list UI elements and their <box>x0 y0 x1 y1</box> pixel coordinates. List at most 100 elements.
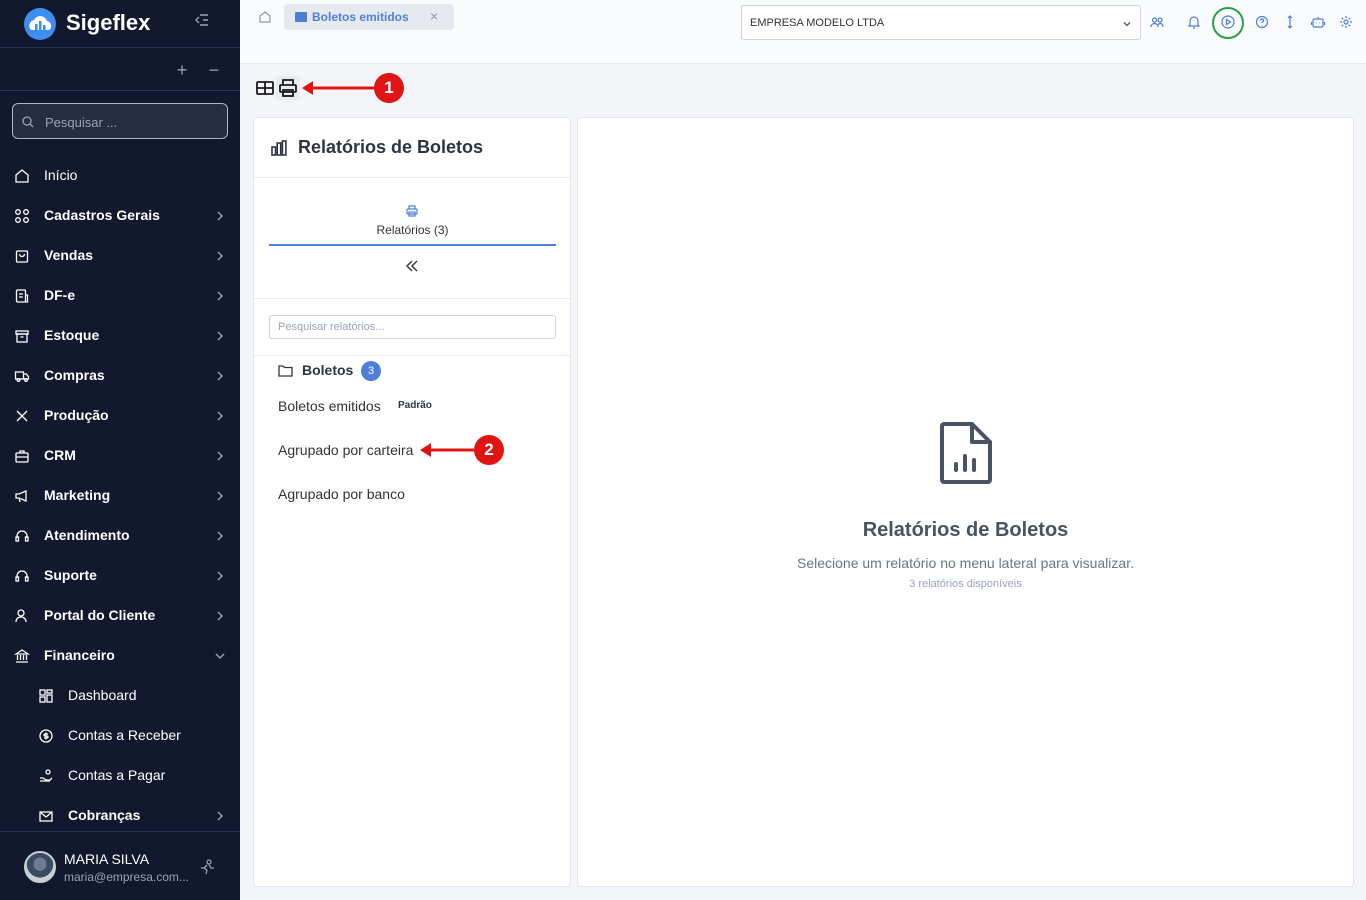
sidebar-item-marketing[interactable]: Marketing <box>0 476 240 516</box>
sidebar-search-input[interactable] <box>45 112 215 132</box>
sidebar-subitem-dashboard[interactable]: Dashboard <box>0 676 240 716</box>
close-icon[interactable]: × <box>430 8 438 24</box>
chevron-down-icon <box>1123 22 1131 27</box>
chevron-right-icon <box>217 611 223 621</box>
sidebar-subitem-contas-a-pagar[interactable]: Contas a Pagar <box>0 756 240 796</box>
company-select[interactable]: EMPRESA MODELO LTDA <box>741 5 1141 40</box>
sidebar-search[interactable] <box>12 103 228 139</box>
empty-state-title: Relatórios de Boletos <box>862 519 1069 541</box>
bank-icon <box>14 649 30 663</box>
sidebar-item-label: Portal do Cliente <box>44 607 156 623</box>
chevrons-left-icon[interactable] <box>404 258 420 274</box>
app-logo-text: Sigeflex <box>66 10 151 35</box>
reports-panel: Relatórios de Boletos Relatórios (3) Bol… <box>253 117 571 887</box>
tab-relatorios[interactable]: Relatórios (3) <box>269 202 556 246</box>
printer-icon <box>406 205 418 217</box>
annotation-arrow-1 <box>302 81 376 95</box>
report-view-button[interactable] <box>276 76 300 100</box>
table-icon <box>256 81 274 95</box>
grid-icon <box>15 209 29 223</box>
sidebar-item-compras[interactable]: Compras <box>0 356 240 396</box>
topbar: Boletos emitidos × EMPRESA MODELO LTDA <box>240 0 1366 64</box>
home-icon <box>15 169 29 183</box>
sidebar-item-label: Suporte <box>44 567 97 583</box>
sidebar-item-label: Contas a Pagar <box>68 767 166 783</box>
chevron-right-icon <box>217 451 223 461</box>
sidebar-item-label: Cobranças <box>68 807 141 823</box>
chevron-right-icon <box>217 531 223 541</box>
users-icon[interactable] <box>1149 14 1165 30</box>
tools-icon <box>16 410 28 422</box>
bar-chart-icon <box>271 140 287 156</box>
document-icon <box>15 289 29 303</box>
coin-icon <box>39 729 53 743</box>
sidebar-item-label: Estoque <box>44 327 100 343</box>
tab-boletos-emitidos[interactable]: Boletos emitidos × <box>284 4 454 30</box>
help-icon[interactable] <box>1254 14 1270 30</box>
table-icon <box>295 12 307 22</box>
sidebar-subitem-contas-a-receber[interactable]: Contas a Receber <box>0 716 240 756</box>
sidebar-item-suporte[interactable]: Suporte <box>0 556 240 596</box>
sidebar-item-producao[interactable]: Produção <box>0 396 240 436</box>
report-item-agrupado-por-banco[interactable]: Agrupado por banco <box>278 483 538 507</box>
user-icon <box>15 609 27 623</box>
report-group-name: Boletos <box>302 362 354 378</box>
chevron-right-icon <box>217 291 223 301</box>
user-switch-icon[interactable] <box>198 858 216 876</box>
expand-all-button[interactable]: + <box>170 58 194 82</box>
report-group-boletos[interactable]: Boletos 3 <box>278 361 538 381</box>
empty-state-subtitle: Selecione um relatório no menu lateral p… <box>797 555 1134 571</box>
report-file-icon <box>940 422 992 484</box>
chevron-right-icon <box>217 811 223 821</box>
chevron-right-icon <box>217 411 223 421</box>
sidebar-item-crm[interactable]: CRM <box>0 436 240 476</box>
sidebar-item-inicio[interactable]: Início <box>0 156 240 196</box>
chevron-right-icon <box>217 251 223 261</box>
annotation-callout-2: 2 <box>474 435 504 465</box>
sidebar-item-financeiro[interactable]: Financeiro <box>0 636 240 676</box>
dashboard-icon <box>39 689 53 703</box>
default-badge: Padrão <box>398 400 432 411</box>
truck-icon <box>14 371 30 382</box>
sidebar-subitem-cobrancas[interactable]: Cobranças <box>0 796 240 836</box>
sidebar-collapse-icon[interactable] <box>192 12 212 32</box>
sidebar-item-vendas[interactable]: Vendas <box>0 236 240 276</box>
sidebar-item-label: Financeiro <box>44 647 115 663</box>
avatar <box>24 851 56 883</box>
logo-icon <box>24 8 56 40</box>
vertical-arrows-icon[interactable] <box>1282 14 1298 30</box>
collapse-all-button[interactable]: − <box>202 58 226 82</box>
sidebar-item-label: Vendas <box>44 247 94 263</box>
chevron-right-icon <box>217 491 223 501</box>
reports-search-input[interactable] <box>278 319 548 335</box>
divider <box>254 298 570 299</box>
sidebar-item-label: Compras <box>44 367 105 383</box>
chevron-right-icon <box>217 371 223 381</box>
play-circle-icon[interactable] <box>1220 14 1236 30</box>
headset-icon <box>15 570 29 582</box>
report-name: Boletos emitidos <box>278 398 381 414</box>
user-profile[interactable]: MARIA SILVA maria@empresa.com... <box>0 831 240 900</box>
sidebar-item-label: Atendimento <box>44 527 130 543</box>
bell-icon[interactable] <box>1186 14 1202 30</box>
gear-icon[interactable] <box>1338 14 1354 30</box>
chevron-right-icon <box>217 331 223 341</box>
home-icon[interactable] <box>258 10 272 24</box>
tab-label: Boletos emitidos <box>312 10 409 24</box>
robot-icon[interactable] <box>1310 14 1326 30</box>
reports-search[interactable] <box>269 315 556 339</box>
report-item-boletos-emitidos[interactable]: Boletos emitidos Padrão <box>278 395 538 419</box>
sidebar-item-estoque[interactable]: Estoque <box>0 316 240 356</box>
printer-icon <box>279 79 297 97</box>
report-viewer: Relatórios de Boletos Selecione um relat… <box>577 117 1354 887</box>
search-icon <box>22 116 34 128</box>
sidebar-item-df-e[interactable]: DF-e <box>0 276 240 316</box>
sidebar-item-atendimento[interactable]: Atendimento <box>0 516 240 556</box>
headset-icon <box>15 530 29 542</box>
sidebar-item-cadastros-gerais[interactable]: Cadastros Gerais <box>0 196 240 236</box>
sidebar-item-portal-do-cliente[interactable]: Portal do Cliente <box>0 596 240 636</box>
chevron-down-icon <box>215 653 225 659</box>
chevron-right-icon <box>217 571 223 581</box>
table-view-button[interactable] <box>253 76 277 100</box>
empty-state-count: 3 relatórios disponíveis <box>909 578 1022 590</box>
